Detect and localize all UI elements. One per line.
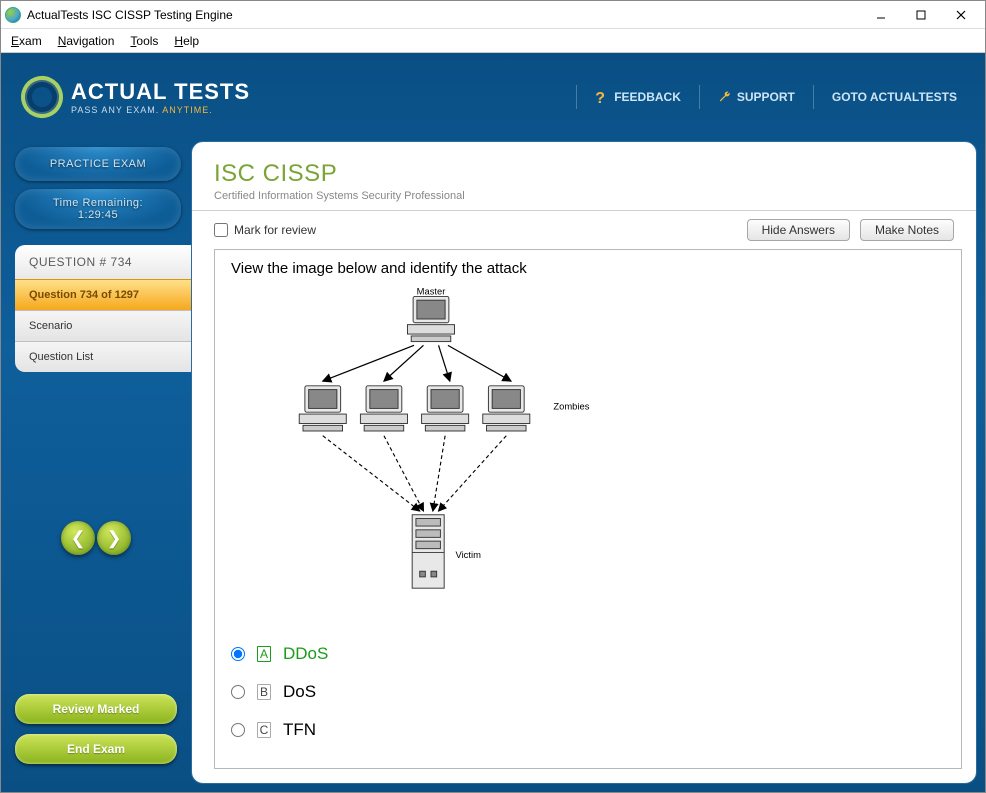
- tab-question-list[interactable]: Question List: [15, 341, 191, 372]
- answer-b-text: DoS: [283, 682, 316, 702]
- logo: ACTUAL TESTS PASS ANY EXAM. ANYTIME.: [21, 76, 250, 118]
- content-header: ISC CISSP Certified Information Systems …: [192, 142, 976, 211]
- content-frame: ISC CISSP Certified Information Systems …: [191, 141, 977, 784]
- nav-arrows: [1, 501, 191, 575]
- sidebar: PRACTICE EXAM Time Remaining: 1:29:45 QU…: [1, 141, 191, 784]
- maximize-button[interactable]: [901, 2, 941, 28]
- tab-scenario[interactable]: Scenario: [15, 310, 191, 341]
- close-button[interactable]: [941, 2, 981, 28]
- window-controls: [861, 2, 981, 28]
- window-title: ActualTests ISC CISSP Testing Engine: [27, 8, 861, 22]
- goto-label: GOTO ACTUALTESTS: [832, 90, 957, 104]
- question-text: View the image below and identify the at…: [231, 260, 945, 277]
- answer-a-radio[interactable]: [231, 647, 245, 661]
- answer-c-radio[interactable]: [231, 723, 245, 737]
- answer-a[interactable]: A DDoS: [231, 644, 945, 664]
- separator: [699, 85, 700, 109]
- menu-exam[interactable]: Exam: [11, 34, 42, 48]
- question-number-header: QUESTION # 734: [15, 245, 191, 279]
- main-split: PRACTICE EXAM Time Remaining: 1:29:45 QU…: [1, 141, 985, 792]
- end-exam-button[interactable]: End Exam: [15, 734, 177, 764]
- logo-line2: PASS ANY EXAM. ANYTIME.: [71, 105, 250, 115]
- answer-b-radio[interactable]: [231, 685, 245, 699]
- diagram-master-label: Master: [417, 287, 446, 297]
- answers: A DDoS B DoS C TFN: [231, 644, 945, 740]
- menubar: Exam Navigation Tools Help: [1, 29, 985, 53]
- tab-current-question[interactable]: Question 734 of 1297: [15, 279, 191, 310]
- exam-subtitle: Certified Information Systems Security P…: [214, 190, 954, 202]
- support-label: SUPPORT: [737, 90, 795, 104]
- attack-diagram: Master: [271, 287, 591, 607]
- logo-line1: ACTUAL TESTS: [71, 79, 250, 105]
- review-marked-button[interactable]: Review Marked: [15, 694, 177, 724]
- feedback-link[interactable]: ? FEEDBACK: [587, 90, 689, 104]
- header: ACTUAL TESTS PASS ANY EXAM. ANYTIME. ? F…: [1, 53, 985, 141]
- app-body: ACTUAL TESTS PASS ANY EXAM. ANYTIME. ? F…: [1, 53, 985, 792]
- question-icon: ?: [595, 90, 609, 104]
- diagram-victim-label: Victim: [455, 549, 481, 560]
- wrench-icon: [718, 90, 732, 104]
- hide-answers-button[interactable]: Hide Answers: [747, 219, 850, 241]
- feedback-label: FEEDBACK: [614, 90, 681, 104]
- answer-c-letter: C: [257, 722, 271, 738]
- menu-tools[interactable]: Tools: [130, 34, 158, 48]
- titlebar: ActualTests ISC CISSP Testing Engine: [1, 1, 985, 29]
- next-question-button[interactable]: [97, 521, 131, 555]
- mark-checkbox[interactable]: [214, 223, 228, 237]
- sidebar-tabs: QUESTION # 734 Question 734 of 1297 Scen…: [15, 245, 191, 372]
- app-icon: [5, 7, 21, 23]
- answer-b-letter: B: [257, 684, 271, 700]
- prev-question-button[interactable]: [61, 521, 95, 555]
- time-label: Time Remaining:: [53, 197, 143, 209]
- goto-link[interactable]: GOTO ACTUALTESTS: [824, 90, 965, 104]
- content-toolbar: Mark for review Hide Answers Make Notes: [192, 211, 976, 249]
- menu-help[interactable]: Help: [174, 34, 199, 48]
- menu-navigation[interactable]: Navigation: [58, 34, 115, 48]
- answer-a-letter: A: [257, 646, 271, 662]
- separator: [813, 85, 814, 109]
- sidebar-actions: Review Marked End Exam: [1, 694, 191, 784]
- answer-b[interactable]: B DoS: [231, 682, 945, 702]
- logo-text: ACTUAL TESTS PASS ANY EXAM. ANYTIME.: [71, 79, 250, 115]
- time-remaining-pill: Time Remaining: 1:29:45: [15, 189, 181, 229]
- practice-exam-pill[interactable]: PRACTICE EXAM: [15, 147, 181, 181]
- time-value: 1:29:45: [78, 209, 118, 221]
- separator: [576, 85, 577, 109]
- header-links: ? FEEDBACK SUPPORT GOTO ACTUALTESTS: [576, 85, 965, 109]
- app-window: ActualTests ISC CISSP Testing Engine Exa…: [0, 0, 986, 793]
- question-area[interactable]: View the image below and identify the at…: [214, 249, 962, 769]
- mark-label: Mark for review: [234, 223, 316, 237]
- logo-icon: [15, 70, 69, 124]
- diagram-zombies-label: Zombies: [553, 400, 589, 411]
- answer-a-text: DDoS: [283, 644, 328, 664]
- minimize-button[interactable]: [861, 2, 901, 28]
- support-link[interactable]: SUPPORT: [710, 90, 803, 104]
- exam-title: ISC CISSP: [214, 160, 954, 188]
- mark-for-review[interactable]: Mark for review: [214, 223, 316, 237]
- make-notes-button[interactable]: Make Notes: [860, 219, 954, 241]
- answer-c[interactable]: C TFN: [231, 720, 945, 740]
- diagram: Master: [231, 283, 945, 620]
- answer-c-text: TFN: [283, 720, 316, 740]
